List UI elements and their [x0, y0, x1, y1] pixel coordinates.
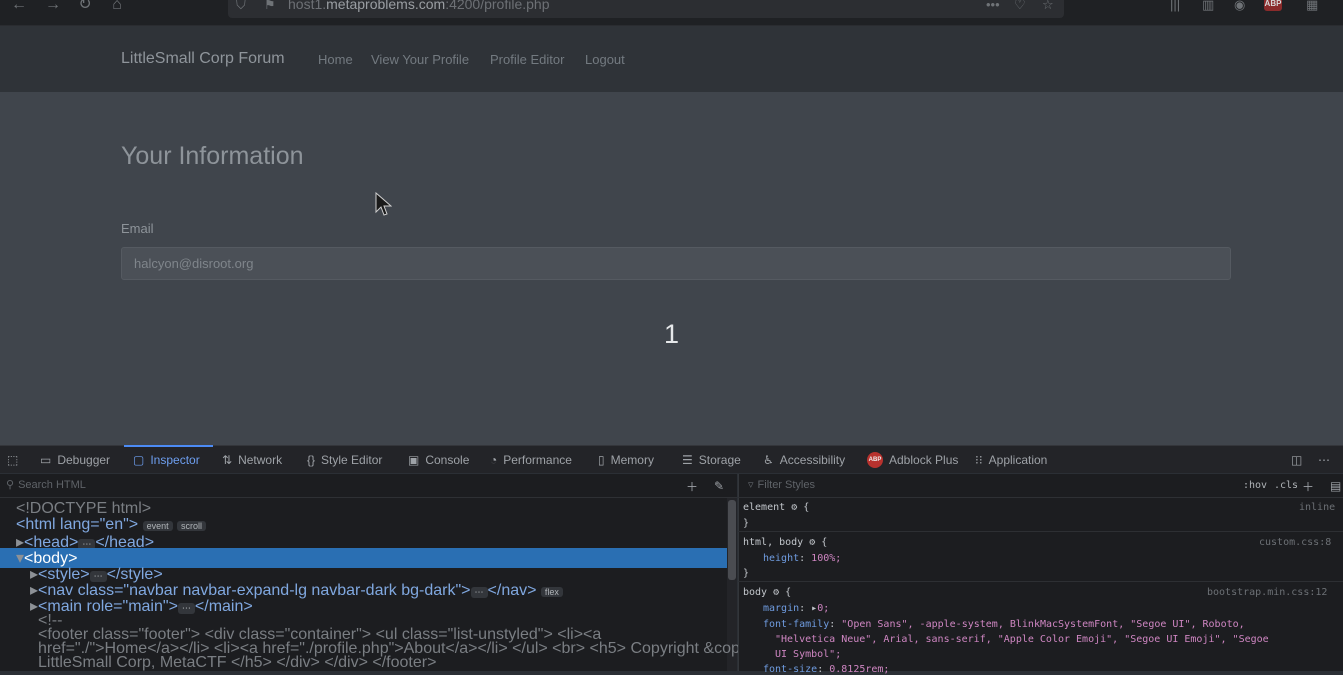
- html-search-bar: [0, 474, 737, 498]
- markup-comment-line-3[interactable]: LittleSmall Corp, MetaCTF </h5> </div> <…: [38, 654, 436, 672]
- collapsed-dots-icon[interactable]: ⋯: [177, 603, 195, 614]
- console-icon: ▣: [408, 453, 420, 467]
- storage-icon: ☰: [682, 453, 693, 467]
- filter-icon: ▿: [748, 479, 754, 491]
- page-title: Your Information: [121, 142, 304, 170]
- extensions-icon[interactable]: ▦: [1306, 0, 1318, 13]
- url-text[interactable]: host1.metaproblems.com:4200/profile.php: [288, 0, 550, 12]
- rule-html-body-close: }: [743, 568, 750, 579]
- rule-divider: [738, 531, 1343, 532]
- rule-margin-declaration[interactable]: margin: ▸0;: [763, 603, 829, 614]
- accessibility-icon: ♿: [763, 453, 774, 467]
- tab-style-editor[interactable]: {} Style Editor: [307, 451, 382, 469]
- shield-icon[interactable]: ⛉: [236, 0, 246, 13]
- style-editor-icon: {}: [307, 453, 316, 467]
- scroll-badge[interactable]: scroll: [177, 521, 207, 531]
- library-icon[interactable]: |||: [1170, 0, 1180, 12]
- tab-memory[interactable]: ▯ Memory: [598, 451, 654, 469]
- rule-html-body-source[interactable]: custom.css:8: [1259, 537, 1331, 548]
- sidebar-icon[interactable]: ▥: [1202, 0, 1214, 13]
- gear-icon[interactable]: ⚙: [773, 587, 779, 598]
- rule-element-close: }: [743, 518, 750, 529]
- email-field[interactable]: halcyon@disroot.org: [121, 247, 1231, 280]
- performance-icon: ◔: [490, 453, 498, 467]
- rule-font-family-continued-2: UI Symbol";: [775, 649, 842, 660]
- site-brand[interactable]: LittleSmall Corp Forum: [121, 50, 285, 68]
- nav-logout-link[interactable]: Logout: [585, 52, 625, 67]
- rule-body-selector[interactable]: body ⚙ {: [743, 587, 791, 598]
- inspector-icon: ▢: [133, 453, 145, 467]
- tab-console[interactable]: ▣ Console: [408, 451, 469, 469]
- html-search-input[interactable]: ⚲ Search HTML: [6, 478, 86, 492]
- expand-triangle-icon[interactable]: ▸: [30, 598, 38, 615]
- account-icon[interactable]: ◉: [1234, 0, 1245, 13]
- active-tab-indicator: [124, 445, 213, 447]
- collapse-triangle-icon[interactable]: ▾: [16, 550, 24, 567]
- dock-side-icon[interactable]: ◫: [1291, 451, 1302, 469]
- rule-element-source[interactable]: inline: [1299, 502, 1335, 513]
- memory-icon: ▯: [598, 453, 605, 467]
- nav-view-profile-link[interactable]: View Your Profile: [371, 52, 469, 67]
- more-options-icon[interactable]: ⋯: [1318, 451, 1330, 469]
- tab-adblock-plus[interactable]: ABP Adblock Plus: [867, 451, 958, 469]
- hover-state-toggle[interactable]: :hov: [1243, 480, 1267, 491]
- pocket-icon[interactable]: ♡: [1014, 0, 1026, 13]
- application-icon: ⁝⁝: [975, 453, 983, 467]
- rule-element-selector[interactable]: element ⚙ {: [743, 502, 809, 513]
- collapsed-dots-icon[interactable]: ⋯: [470, 587, 488, 598]
- tab-accessibility[interactable]: ♿ Accessibility: [763, 451, 845, 469]
- page-actions-icon[interactable]: •••: [986, 0, 1000, 12]
- rule-divider: [738, 581, 1343, 582]
- nav-home-link[interactable]: Home: [318, 52, 353, 67]
- add-node-icon[interactable]: ＋: [686, 477, 698, 495]
- devtools-toolbar: [0, 445, 1343, 473]
- eyedropper-icon[interactable]: ✎: [714, 477, 724, 495]
- debugger-icon: ▭: [40, 453, 52, 467]
- rule-body-source[interactable]: bootstrap.min.css:12: [1207, 587, 1327, 598]
- tab-network[interactable]: ⇅ Network: [222, 451, 282, 469]
- add-rule-icon[interactable]: ＋: [1302, 477, 1314, 495]
- search-icon: ⚲: [6, 479, 15, 491]
- network-icon: ⇅: [222, 453, 233, 467]
- tab-storage[interactable]: ☰ Storage: [682, 451, 741, 469]
- flex-badge[interactable]: flex: [540, 587, 563, 597]
- site-info-icon[interactable]: ⚑: [264, 0, 276, 13]
- tab-debugger[interactable]: ▭ Debugger: [40, 451, 110, 469]
- email-label: Email: [121, 221, 154, 236]
- overlay-number: 1: [664, 319, 680, 349]
- rule-font-family-continued-1: "Helvetica Neue", Arial, sans-serif, "Ap…: [775, 634, 1269, 645]
- element-picker-icon[interactable]: ⬚: [7, 451, 18, 469]
- print-media-icon[interactable]: ▤: [1330, 477, 1341, 495]
- rule-font-family-declaration[interactable]: font-family: "Open Sans", -apple-system,…: [763, 619, 1245, 630]
- rule-height-declaration[interactable]: height: 100%;: [763, 553, 841, 564]
- mouse-cursor-icon: [375, 192, 392, 216]
- adblock-badge-icon[interactable]: ABP: [1264, 0, 1282, 11]
- rule-font-size-declaration[interactable]: font-size: 0.8125rem;: [763, 664, 889, 675]
- tab-inspector[interactable]: ▢ Inspector: [133, 451, 200, 469]
- markup-main-node[interactable]: ▸<main role="main"> ⋯ </main>: [30, 596, 253, 616]
- bookmark-star-icon[interactable]: ☆: [1042, 0, 1054, 13]
- event-badge[interactable]: event: [142, 521, 173, 531]
- markup-scroll-thumb[interactable]: [728, 500, 736, 580]
- filter-styles-input[interactable]: ▿ Filter Styles: [748, 478, 815, 492]
- adblock-plus-icon: ABP: [867, 452, 883, 468]
- nav-profile-editor-link[interactable]: Profile Editor: [490, 52, 564, 67]
- tab-application[interactable]: ⁝⁝ Application: [975, 451, 1047, 469]
- tab-performance[interactable]: ◔ Performance: [490, 451, 572, 469]
- class-toggle[interactable]: .cls: [1274, 480, 1298, 491]
- gear-icon[interactable]: ⚙: [809, 537, 815, 548]
- gear-icon[interactable]: ⚙: [791, 502, 797, 513]
- rule-html-body-selector[interactable]: html, body ⚙ {: [743, 537, 827, 548]
